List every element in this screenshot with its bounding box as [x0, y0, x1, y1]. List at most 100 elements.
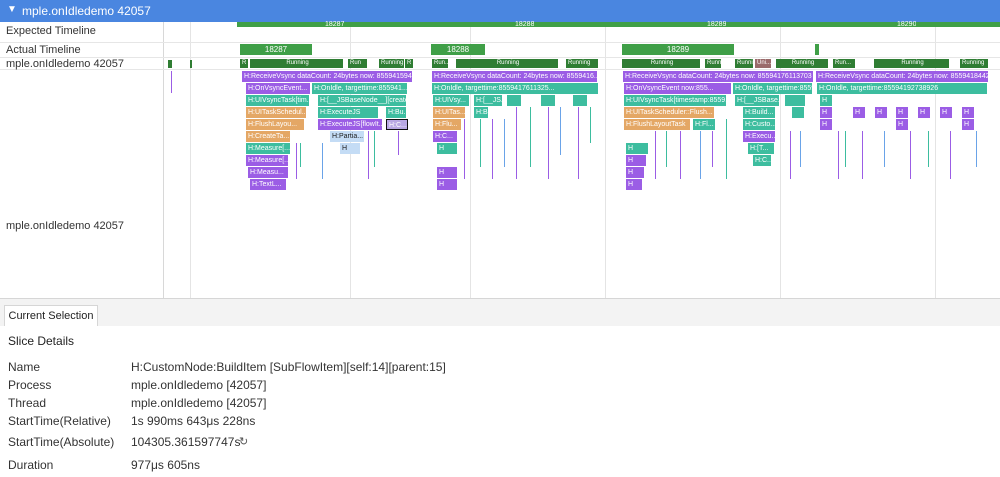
thread-state-runn[interactable]: Runn — [705, 59, 721, 68]
slice-h[interactable]: H — [853, 107, 865, 118]
slice-uitask-scheduler[interactable]: H:UITas... — [433, 107, 465, 118]
slice-h[interactable]: H — [626, 179, 642, 190]
thread-state-running[interactable] — [190, 60, 192, 68]
slice-small[interactable] — [785, 95, 805, 106]
thread-state-running[interactable]: Running — [566, 59, 598, 68]
thread-state-r[interactable]: R — [240, 59, 248, 68]
slice-selected-customnode[interactable]: H:C... — [386, 119, 408, 130]
slice-flush-layout-task[interactable]: H:FlushLayoutTask — [624, 119, 690, 130]
slice-onidle[interactable]: H:OnIdle, targettime:8559417611325... — [432, 83, 598, 94]
trace-track-area[interactable]: Expected Timeline Actual Timeline mple.o… — [0, 21, 1000, 298]
slice-h[interactable]: H — [820, 119, 832, 130]
slice-build[interactable]: H:Bu... — [386, 107, 406, 118]
activity-tick — [680, 131, 681, 179]
slice-uivsync-task[interactable]: H:UIVsyncTask[tim... — [246, 95, 309, 106]
slice-customnode[interactable]: H:C... — [433, 131, 457, 142]
call-marker[interactable] — [171, 71, 172, 93]
slice-h[interactable]: H — [820, 95, 832, 106]
slice-uitask-scheduler[interactable]: H:UITaskSchedul... — [246, 107, 306, 118]
slice-measure[interactable]: H:Measure[... — [246, 143, 290, 154]
slice-h[interactable]: H — [896, 119, 908, 130]
slice-receive-vsync[interactable]: H:ReceiveVsync dataCount: 24bytes now: 8… — [432, 71, 597, 82]
thread-state-running[interactable]: Running — [250, 59, 343, 68]
slice-text-layout[interactable]: H:TextL... — [250, 179, 286, 190]
slice-h[interactable]: H — [918, 107, 930, 118]
slice-h[interactable]: H — [437, 143, 457, 154]
slice-receive-vsync[interactable]: H:ReceiveVsync dataCount: 24bytes now: 8… — [242, 71, 412, 82]
slice-h[interactable]: H — [940, 107, 952, 118]
slice-uitask-scheduler[interactable]: H:UITaskScheduler::Flush... — [624, 107, 714, 118]
slice-uivsync-task[interactable]: H:UIVsyncTask[timestamp:8559... — [624, 95, 726, 106]
thread-state-running[interactable] — [168, 60, 172, 68]
thread-state-running[interactable]: Running — [379, 59, 404, 68]
tab-current-selection[interactable]: Current Selection — [4, 305, 98, 327]
slice-jsbasenode[interactable]: H:[__JS... — [474, 95, 502, 106]
actual-frame-18289[interactable]: 18289 — [622, 44, 734, 55]
thread-state-run[interactable]: Run... — [432, 59, 448, 68]
slice-h[interactable]: H — [340, 143, 360, 154]
slice-small[interactable] — [541, 95, 555, 106]
slice-measure[interactable]: H:Measure[... — [246, 155, 288, 166]
slice-build[interactable]: H:B... — [474, 107, 488, 118]
slice-c[interactable]: H:C... — [753, 155, 771, 166]
slice-jsbasenode-create[interactable]: H:[__JSBaseNode__][create] — [318, 95, 406, 106]
activity-tick — [838, 131, 839, 179]
refresh-icon[interactable]: ↻ — [239, 435, 248, 448]
slice-onidle[interactable]: H:OnIdle, targettime:85594192738926 — [817, 83, 987, 94]
slice-flush-layout[interactable]: H:FlushLayou... — [246, 119, 304, 130]
slice-h[interactable]: H — [626, 143, 648, 154]
activity-tick — [374, 131, 375, 167]
actual-frame-18287[interactable]: 18287 — [240, 44, 312, 55]
slice-small[interactable] — [573, 95, 587, 106]
slice-flush[interactable]: H:Fl... — [693, 119, 715, 130]
slice-small[interactable] — [507, 95, 521, 106]
actual-frame-18288[interactable]: 18288 — [431, 44, 485, 55]
slice-h[interactable]: H — [896, 107, 908, 118]
slice-small[interactable] — [792, 107, 804, 118]
slice-receive-vsync[interactable]: H:ReceiveVsync dataCount: 24bytes now: 8… — [816, 71, 988, 82]
activity-tick — [862, 131, 863, 179]
thread-state-r[interactable]: R — [405, 59, 413, 68]
collapse-chevron-icon[interactable]: ▼ — [7, 4, 17, 15]
thread-state-runni[interactable]: Runni — [735, 59, 753, 68]
slice-h[interactable]: H — [437, 167, 457, 178]
slice-h[interactable]: H — [962, 107, 974, 118]
slice-partial[interactable]: H:Partia... — [330, 131, 364, 142]
slice-h[interactable]: H — [962, 119, 974, 130]
slice-h[interactable]: H — [626, 155, 646, 166]
detail-label-process: Process — [8, 378, 52, 392]
thread-state-run[interactable]: Run... — [833, 59, 855, 68]
slice-onvsync-event[interactable]: H:OnVsyncEvent... — [246, 83, 310, 94]
slice-customnode[interactable]: H:Custo... — [743, 119, 775, 130]
slice-execute[interactable]: H:Execu... — [743, 131, 775, 142]
slice-measure[interactable]: H:Measu... — [248, 167, 288, 178]
thread-state-running[interactable]: Running — [456, 59, 558, 68]
thread-state-running[interactable]: Running — [776, 59, 828, 68]
slice-uivsync-task[interactable]: H:UIVsy... — [433, 95, 469, 106]
slice-details-panel: Slice Details Name H:CustomNode:BuildIte… — [0, 326, 1000, 477]
details-title: Slice Details — [8, 334, 75, 348]
slice-onidle[interactable]: H:OnIdle, targettime:855941... — [312, 83, 407, 94]
actual-frame-partial[interactable] — [815, 44, 819, 55]
slice-flush-layout[interactable]: H:Flu... — [433, 119, 461, 130]
slice-receive-vsync[interactable]: H:ReceiveVsync dataCount: 24bytes now: 8… — [623, 71, 813, 82]
slice-h[interactable]: H — [626, 167, 644, 178]
slice-onvsync-event[interactable]: H:OnVsyncEvent now:855... — [624, 83, 731, 94]
slice-build[interactable]: H:Build... — [743, 107, 775, 118]
expected-frame-bar[interactable] — [237, 22, 1000, 27]
slice-executejs-flowitem[interactable]: H:ExecuteJS[flowIt... — [318, 119, 382, 130]
slice-h[interactable]: H — [875, 107, 887, 118]
slice-t[interactable]: H:[T... — [748, 143, 774, 154]
slice-h[interactable]: H — [820, 107, 832, 118]
process-header[interactable]: ▼ mple.onIdledemo 42057 — [0, 0, 1000, 22]
thread-state-running[interactable]: Running — [874, 59, 949, 68]
thread-state-running[interactable]: Running — [622, 59, 700, 68]
thread-state-uninterruptible[interactable]: Uni... — [755, 59, 771, 68]
slice-create-task[interactable]: H:CreateTa... — [246, 131, 290, 142]
slice-onidle[interactable]: H:OnIdle, targettime:855941... — [733, 83, 812, 94]
slice-executejs[interactable]: H:ExecuteJS — [318, 107, 378, 118]
thread-state-running[interactable]: Running — [960, 59, 988, 68]
slice-h[interactable]: H — [437, 179, 457, 190]
thread-state-run[interactable]: Run — [348, 59, 367, 68]
slice-jsbasenode[interactable]: H:[__JSBase... — [735, 95, 779, 106]
